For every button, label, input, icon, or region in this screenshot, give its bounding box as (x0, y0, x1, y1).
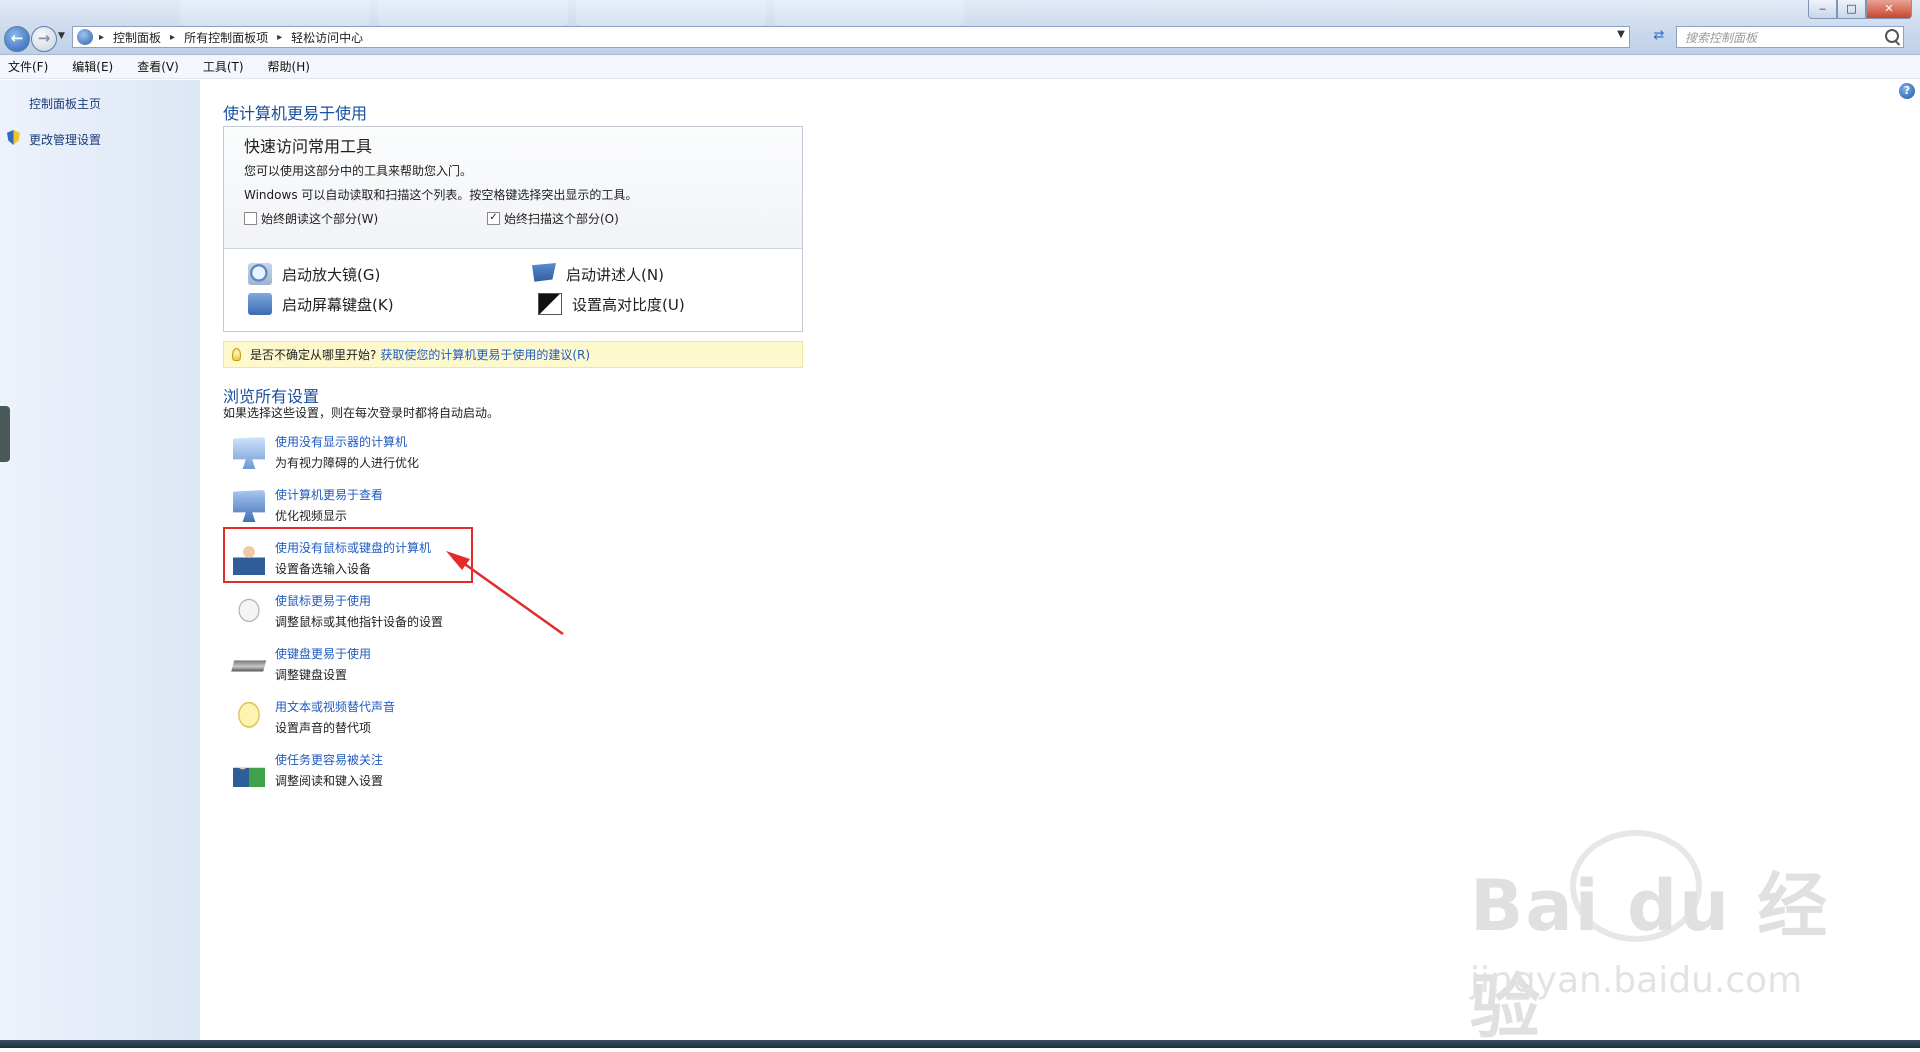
breadcrumb-ease-of-access[interactable]: 轻松访问中心 (291, 29, 363, 46)
recent-pages-dropdown[interactable]: ▼ (58, 31, 65, 41)
menu-help[interactable]: 帮助(H) (264, 56, 314, 77)
address-bar[interactable]: ▸ 控制面板 ▸ 所有控制面板项 ▸ 轻松访问中心 ▼ (72, 26, 1630, 48)
refresh-icon: ⇄ (1653, 28, 1665, 43)
control-panel-icon (77, 29, 93, 45)
speech-bubble-icon (233, 702, 265, 734)
setting-link[interactable]: 使计算机更易于查看 (275, 486, 383, 503)
help-icon[interactable]: ? (1899, 83, 1915, 99)
window-controls: ‒ □ ✕ (1808, 0, 1912, 19)
display-icon (233, 490, 265, 522)
start-onscreen-keyboard-label[interactable]: 启动屏幕键盘(K) (282, 294, 394, 315)
menu-tools[interactable]: 工具(T) (199, 56, 248, 77)
setting-subtitle: 为有视力障碍的人进行优化 (275, 456, 420, 470)
setting-subtitle: 设置声音的替代项 (275, 721, 372, 735)
browse-settings-description: 如果选择这些设置，则在每次登录时都将自动启动。 (223, 406, 500, 420)
people-icon (233, 767, 265, 787)
setting-item-sound-alternatives[interactable]: 用文本或视频替代声音 设置声音的替代项 (229, 698, 479, 744)
monitor-icon (233, 437, 265, 469)
taskbar[interactable] (0, 1040, 1920, 1048)
search-input[interactable] (1683, 28, 1883, 48)
start-magnifier-button[interactable]: 启动放大镜(G) (248, 263, 380, 285)
setting-item-focus-tasks[interactable]: 使任务更容易被关注 调整阅读和键入设置 (229, 751, 479, 797)
sidebar-link-admin-settings[interactable]: 更改管理设置 (29, 131, 101, 148)
setting-item-easier-to-see[interactable]: 使计算机更易于查看 优化视频显示 (229, 486, 479, 532)
background-tab[interactable] (576, 0, 766, 26)
tip-bar: 是否不确定从哪里开始? 获取使您的计算机更易于使用的建议(R) (223, 341, 803, 368)
back-button[interactable]: ← (4, 26, 30, 52)
highlight-box (223, 527, 473, 583)
lightbulb-icon (232, 348, 241, 361)
background-tab[interactable] (180, 0, 370, 26)
page-title: 使计算机更易于使用 (223, 104, 368, 123)
menu-bar: 文件(F) 编辑(E) 查看(V) 工具(T) 帮助(H) (0, 55, 1920, 79)
magnifier-icon (248, 263, 272, 285)
menu-file[interactable]: 文件(F) (4, 56, 52, 77)
watermark-url: jingyan.baidu.com (1470, 960, 1803, 1001)
window-titlebar: ‒ □ ✕ ← → ▼ ▸ 控制面板 ▸ 所有控制面板项 ▸ 轻松访问中心 ▼ … (0, 0, 1920, 55)
chevron-right-icon[interactable]: ▸ (277, 32, 282, 43)
address-dropdown[interactable]: ▼ (1613, 29, 1629, 40)
always-scan-option[interactable]: ✓ 始终扫描这个部分(O) (487, 210, 619, 227)
always-scan-checkbox[interactable]: ✓ (487, 212, 500, 225)
menu-edit[interactable]: 编辑(E) (68, 56, 117, 77)
refresh-button[interactable]: ⇄ (1648, 28, 1670, 48)
forward-button[interactable]: → (31, 26, 57, 52)
minimize-button[interactable]: ‒ (1808, 0, 1837, 19)
setting-link[interactable]: 使键盘更易于使用 (275, 645, 371, 662)
search-icon[interactable] (1885, 29, 1899, 43)
watermark: Bai du 经验 jingyan.baidu.com (1470, 830, 1850, 1048)
quick-access-header: 快速访问常用工具 您可以使用这部分中的工具来帮助您入门。 Windows 可以自… (224, 127, 802, 249)
always-read-option[interactable]: 始终朗读这个部分(W) (244, 210, 378, 227)
setting-subtitle: 调整键盘设置 (275, 668, 348, 682)
start-narrator-label[interactable]: 启动讲述人(N) (566, 264, 664, 285)
menu-view[interactable]: 查看(V) (133, 56, 183, 77)
always-scan-label[interactable]: 始终扫描这个部分(O) (504, 210, 619, 227)
setting-link[interactable]: 使鼠标更易于使用 (275, 592, 371, 609)
high-contrast-icon (538, 293, 562, 315)
watermark-brand: Bai du 经验 (1470, 865, 1830, 1048)
setting-link[interactable]: 使用没有显示器的计算机 (275, 433, 407, 450)
chevron-right-icon[interactable]: ▸ (170, 32, 175, 43)
setting-item-no-display[interactable]: 使用没有显示器的计算机 为有视力障碍的人进行优化 (229, 433, 479, 479)
always-read-label[interactable]: 始终朗读这个部分(W) (261, 210, 378, 227)
setting-subtitle: 调整阅读和键入设置 (275, 774, 384, 788)
setting-subtitle: 调整鼠标或其他指针设备的设置 (275, 615, 444, 629)
set-high-contrast-button[interactable]: 设置高对比度(U) (538, 293, 685, 315)
tip-text: 是否不确定从哪里开始? (250, 348, 377, 362)
onscreen-keyboard-icon (248, 293, 272, 315)
always-read-checkbox[interactable] (244, 212, 257, 225)
background-tabs (180, 0, 964, 26)
arrow-left-icon: ← (10, 29, 24, 47)
start-narrator-button[interactable]: 启动讲述人(N) (532, 263, 664, 285)
setting-link[interactable]: 使任务更容易被关注 (275, 751, 383, 768)
setting-subtitle: 优化视频显示 (275, 509, 348, 523)
sidebar: 控制面板主页 更改管理设置 (0, 80, 200, 1040)
quick-access-heading: 快速访问常用工具 (244, 137, 373, 156)
mouse-icon (233, 596, 265, 628)
arrow-right-icon: → (37, 29, 51, 47)
start-onscreen-keyboard-button[interactable]: 启动屏幕键盘(K) (248, 293, 394, 315)
search-box[interactable] (1676, 26, 1904, 48)
quick-access-description: 您可以使用这部分中的工具来帮助您入门。 (244, 164, 473, 178)
quick-access-instructions: Windows 可以自动读取和扫描这个列表。按空格键选择突出显示的工具。 (244, 188, 638, 202)
sidebar-link-home[interactable]: 控制面板主页 (29, 95, 101, 112)
quick-access-panel: 快速访问常用工具 您可以使用这部分中的工具来帮助您入门。 Windows 可以自… (223, 126, 803, 332)
keyboard-icon (228, 649, 270, 681)
narrator-icon (532, 263, 556, 282)
background-tab[interactable] (774, 0, 964, 26)
breadcrumb-control-panel[interactable]: 控制面板 (113, 29, 161, 46)
start-magnifier-label[interactable]: 启动放大镜(G) (282, 264, 380, 285)
shield-icon (7, 130, 20, 145)
chevron-right-icon[interactable]: ▸ (99, 32, 104, 43)
maximize-button[interactable]: □ (1837, 0, 1866, 19)
setting-item-mouse[interactable]: 使鼠标更易于使用 调整鼠标或其他指针设备的设置 (229, 592, 479, 638)
background-tab[interactable] (378, 0, 568, 26)
get-recommendations-link[interactable]: 获取使您的计算机更易于使用的建议(R) (380, 346, 590, 363)
breadcrumb-all-items[interactable]: 所有控制面板项 (184, 29, 268, 46)
setting-item-keyboard[interactable]: 使键盘更易于使用 调整键盘设置 (228, 645, 479, 691)
set-high-contrast-label[interactable]: 设置高对比度(U) (572, 294, 685, 315)
side-grip-handle[interactable] (0, 406, 10, 462)
setting-link[interactable]: 用文本或视频替代声音 (275, 698, 395, 715)
close-button[interactable]: ✕ (1866, 0, 1912, 19)
